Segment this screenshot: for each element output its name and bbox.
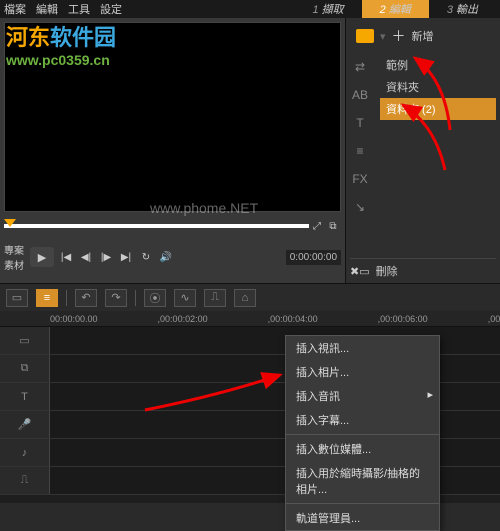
library-category-icons: ⇄ AB T ≡ FX ↘ [350, 58, 370, 216]
menu-settings[interactable]: 設定 [100, 1, 122, 17]
menu-file[interactable]: 檔案 [4, 1, 26, 17]
timeline-toolbar: ▭ ≡ ↶ ↷ ⦿ ∿ ⎍ ⌂ [0, 283, 500, 311]
track-head-music[interactable]: ♪ [0, 439, 50, 466]
menu-edit[interactable]: 編輯 [36, 1, 58, 17]
cm-track-manager[interactable]: 軌道管理員... [286, 506, 439, 530]
scrub-slider[interactable] [4, 224, 309, 228]
cm-insert-photo[interactable]: 插入相片... [286, 360, 439, 384]
folder-list: 範例 資料夾 資料夾 (2) [380, 54, 496, 120]
folder-1[interactable]: 資料夾 [380, 76, 496, 98]
context-menu: 插入視訊... 插入相片... 插入音訊▸ 插入字幕... 插入數位媒體... … [285, 335, 440, 531]
volume-button[interactable]: 🔊 [158, 249, 174, 265]
loop-button[interactable]: ↻ [138, 249, 154, 265]
expand-icon[interactable]: ⤢ [309, 218, 325, 234]
playback-controls: 專案 素材 ▶ |◀ ◀| |▶ ▶| ↻ 🔊 0:00:00:00 [4, 242, 341, 272]
track-head-overlay[interactable]: ⧉ [0, 355, 50, 382]
watermark-text: www.phome.NET [150, 200, 258, 216]
tab-edit[interactable]: 2 編輯 [362, 0, 429, 19]
top-menu: 檔案 編輯 工具 設定 1 擷取 2 編輯 3 輸出 [0, 0, 500, 18]
copy-icon[interactable]: ⧉ [325, 218, 341, 234]
cm-insert-digital[interactable]: 插入數位媒體... [286, 437, 439, 461]
track-head-extra[interactable]: ⎍ [0, 467, 50, 494]
track-head-voice[interactable]: 🎤 [0, 411, 50, 438]
track-head-video[interactable]: ▭ [0, 327, 50, 354]
menu-tools[interactable]: 工具 [68, 1, 90, 17]
cm-insert-video[interactable]: 插入視訊... [286, 336, 439, 360]
next-button[interactable]: ▶| [118, 249, 134, 265]
cm-insert-audio[interactable]: 插入音訊▸ [286, 384, 439, 408]
storyboard-view-button[interactable]: ▭ [6, 289, 28, 307]
play-button[interactable]: ▶ [30, 247, 54, 267]
workflow-tabs: 1 擷取 2 編輯 3 輸出 [294, 0, 496, 19]
timecode[interactable]: 0:00:00:00 [286, 250, 341, 265]
source-project[interactable]: 專案 [4, 242, 24, 257]
timeline-view-button[interactable]: ≡ [36, 289, 58, 307]
title-t-icon[interactable]: T [350, 114, 370, 132]
forward-button[interactable]: |▶ [98, 249, 114, 265]
undo-button[interactable]: ↶ [75, 289, 97, 307]
site-url: www.pc0359.cn [6, 52, 116, 68]
tab-output[interactable]: 3 輸出 [429, 0, 496, 19]
tool-audio-icon[interactable]: ∿ [174, 289, 196, 307]
graphic-icon[interactable]: ≡ [350, 142, 370, 160]
library-panel: ▾ ＋ 新增 ⇄ AB T ≡ FX ↘ 範例 資料夾 資料夾 (2) ✖▭ 刪… [345, 18, 500, 283]
path-icon[interactable]: ↘ [350, 198, 370, 216]
cm-separator [286, 434, 439, 435]
add-label: 新增 [412, 28, 434, 44]
time-ruler[interactable]: 00:00:00.00 ,00:00:02:00 ,00:00:04:00 ,0… [0, 311, 500, 327]
filter-fx-icon[interactable]: FX [350, 170, 370, 188]
add-folder-button[interactable]: ＋ [392, 26, 406, 46]
cm-insert-timelapse[interactable]: 插入用於縮時攝影/抽格的相片... [286, 461, 439, 501]
transition-icon[interactable]: ⇄ [350, 58, 370, 76]
tool-record-icon[interactable]: ⦿ [144, 289, 166, 307]
tool-misc-icon[interactable]: ⌂ [234, 289, 256, 307]
site-logo: 河东软件园 www.pc0359.cn [6, 20, 116, 68]
rewind-button[interactable]: ◀| [78, 249, 94, 265]
tool-mixer-icon[interactable]: ⎍ [204, 289, 226, 307]
title-ab-icon[interactable]: AB [350, 86, 370, 104]
source-clip[interactable]: 素材 [4, 257, 24, 272]
media-icon[interactable] [356, 29, 374, 43]
redo-button[interactable]: ↷ [105, 289, 127, 307]
submenu-arrow-icon: ▸ [427, 388, 433, 401]
track-head-title[interactable]: T [0, 383, 50, 410]
prev-button[interactable]: |◀ [58, 249, 74, 265]
folder-sample[interactable]: 範例 [380, 54, 496, 76]
cm-separator [286, 503, 439, 504]
folder-2[interactable]: 資料夾 (2) [380, 98, 496, 120]
tab-capture[interactable]: 1 擷取 [294, 0, 361, 19]
cm-insert-subtitle[interactable]: 插入字幕... [286, 408, 439, 432]
delete-icon[interactable]: ✖▭ [350, 265, 370, 278]
delete-label: 刪除 [376, 263, 398, 279]
